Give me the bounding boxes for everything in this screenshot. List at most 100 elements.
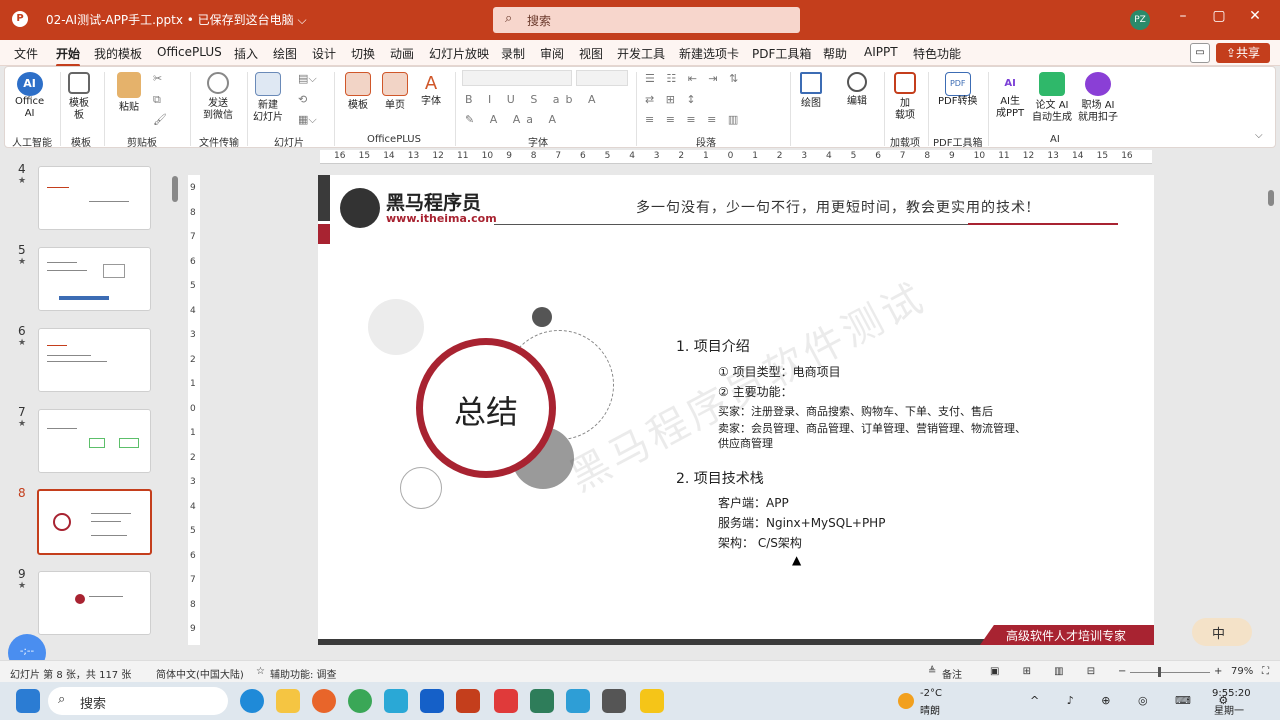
section-1-title: 1. 项目介绍 [676,339,750,355]
cut-icon[interactable]: ✂ [153,72,162,85]
font-format-icons[interactable]: B I U S ab A [465,93,602,106]
start-icon[interactable] [16,689,40,713]
slide-thumbnail[interactable] [38,166,151,230]
menu-officeplus[interactable]: OfficePLUS [157,45,222,59]
slide-thumbnail-active[interactable] [37,489,152,555]
new-slide-button[interactable]: 新建 幻灯片 [253,72,283,124]
ruler-tick: 14 [383,151,395,161]
font-size-select[interactable] [576,70,628,86]
app-icon[interactable] [384,689,408,713]
language[interactable]: 简体中文(中国大陆) [156,666,244,681]
firefox-icon[interactable] [312,689,336,713]
slide-thumbnail[interactable] [38,328,151,392]
edge-icon[interactable] [240,689,264,713]
menu-developer[interactable]: 开发工具 [617,45,665,62]
list-icons[interactable]: ☰ ☷ ⇤ ⇥ ⇅ [645,72,742,85]
office-ai-button[interactable]: AI Office AI [15,72,44,120]
layout-icon[interactable]: ▤⌵ [298,72,317,86]
menu-animations[interactable]: 动画 [390,45,414,62]
notes-button[interactable]: 备注 [942,666,962,681]
slide-thumbnail[interactable] [38,571,151,635]
chrome-icon[interactable] [348,689,372,713]
ime-floating-bar[interactable]: 中 [1192,618,1252,646]
menu-insert[interactable]: 插入 [234,45,258,62]
decor-circle-dark [532,307,552,327]
xmind-icon[interactable] [494,689,518,713]
reset-icon[interactable]: ⟲ [298,93,307,106]
thumbnail-scrollbar[interactable] [172,176,178,202]
slide-thumbnail[interactable] [38,247,151,311]
avatar[interactable]: PZ [1130,10,1150,30]
ruler-tick: 5 [850,151,857,161]
slide-thumbnail[interactable] [38,409,151,473]
template-button[interactable]: 模板 板 [68,72,90,122]
minimize-icon[interactable]: – [1168,8,1198,24]
search-box[interactable]: ⌕ 搜索 [493,7,800,33]
header-line-accent [968,223,1118,225]
taskbar-search[interactable]: ⌕ 搜索 [48,687,228,715]
menu-record[interactable]: 录制 [501,45,525,62]
menu-home[interactable]: 开始 [56,45,81,67]
ruler-tick: 7 [899,151,906,161]
share-button[interactable]: ⇪共享 [1216,43,1270,63]
menu-slideshow[interactable]: 幻灯片放映 [429,45,489,62]
menu-file[interactable]: 文件 [14,45,38,62]
menu-pdf-tools[interactable]: PDF工具箱 [752,45,811,62]
comment-icon[interactable]: ▭ [1190,43,1210,63]
single-page-button[interactable]: 单页 [382,72,408,112]
group-font: 字体 [528,138,548,149]
copy-icon[interactable]: ⧉ [153,93,161,107]
zoom-out-icon[interactable]: − [1118,666,1126,677]
menu-view[interactable]: 视图 [579,45,603,62]
menu-features[interactable]: 特色功能 [913,45,961,62]
powerpoint-icon[interactable] [456,689,480,713]
direction-icons[interactable]: ⇄ ⊞ ↕ [645,93,700,106]
menu-review[interactable]: 审阅 [540,45,564,62]
menu-transitions[interactable]: 切换 [351,45,375,62]
menu-draw[interactable]: 绘图 [273,45,297,62]
section-icon[interactable]: ▦⌵ [298,113,317,127]
paper-ai-button[interactable]: 论文 AI 自动生成 [1032,72,1072,124]
menu-design[interactable]: 设计 [312,45,336,62]
vruler-tick: 6 [190,256,196,267]
accessibility[interactable]: 辅助功能: 调查 [270,666,337,681]
app-icon[interactable] [640,689,664,713]
app-icon[interactable] [530,689,554,713]
ai-ppt-button[interactable]: AI AI生 成PPT [996,72,1024,120]
zoom-slider[interactable] [1130,672,1210,673]
officeplus-template-button[interactable]: 模板 [345,72,371,112]
file-explorer-icon[interactable] [276,689,300,713]
view-buttons[interactable]: ▣ ⊞ ▥ ⊟ [990,666,1105,677]
thumb-number: 4 [18,162,26,176]
job-ai-button[interactable]: 职场 AI 就用扣子 [1078,72,1118,124]
editing-button[interactable]: 编辑 [847,72,867,108]
maximize-icon[interactable]: ▢ [1204,8,1234,24]
font-art-button[interactable]: A 字体 [418,72,444,108]
align-icons[interactable]: ≡ ≡ ≡ ≡ ▥ [645,113,742,126]
app-icon[interactable] [602,689,626,713]
paste-button[interactable]: 粘贴 [117,72,141,114]
fit-slide-icon[interactable]: ⛶ [1262,666,1269,677]
horse-logo-icon [340,188,380,228]
menu-help[interactable]: 帮助 [823,45,847,62]
format-painter-icon[interactable]: 🖌 [153,113,167,126]
menu-aippt[interactable]: AIPPT [864,45,898,59]
menu-new-tab[interactable]: 新建选项卡 [679,45,739,62]
zoom-level[interactable]: 79% [1231,666,1253,677]
addins-button[interactable]: 加 载项 [894,72,916,122]
tray-icons[interactable]: ^ ♪ ⊕ ◎ ⌨ ⚙ [1030,694,1240,707]
menu-templates[interactable]: 我的模板 [94,45,142,62]
font-name-select[interactable] [462,70,572,86]
pdf-convert-button[interactable]: PDF PDF转换 [938,72,977,108]
send-wechat-button[interactable]: 发送 到微信 [203,72,233,122]
collapse-ribbon-icon[interactable]: ⌵ [1255,130,1263,141]
zoom-slider-thumb[interactable] [1158,667,1161,677]
header-bar-dark [318,175,330,221]
drawing-button[interactable]: 绘图 [800,72,822,110]
editor-scrollbar[interactable] [1268,190,1274,206]
close-icon[interactable]: ✕ [1240,8,1270,24]
font-color-icons[interactable]: ✎ A Aa A [465,113,562,126]
app-icon[interactable] [566,689,590,713]
zoom-in-icon[interactable]: + [1214,666,1222,677]
app-icon[interactable] [420,689,444,713]
